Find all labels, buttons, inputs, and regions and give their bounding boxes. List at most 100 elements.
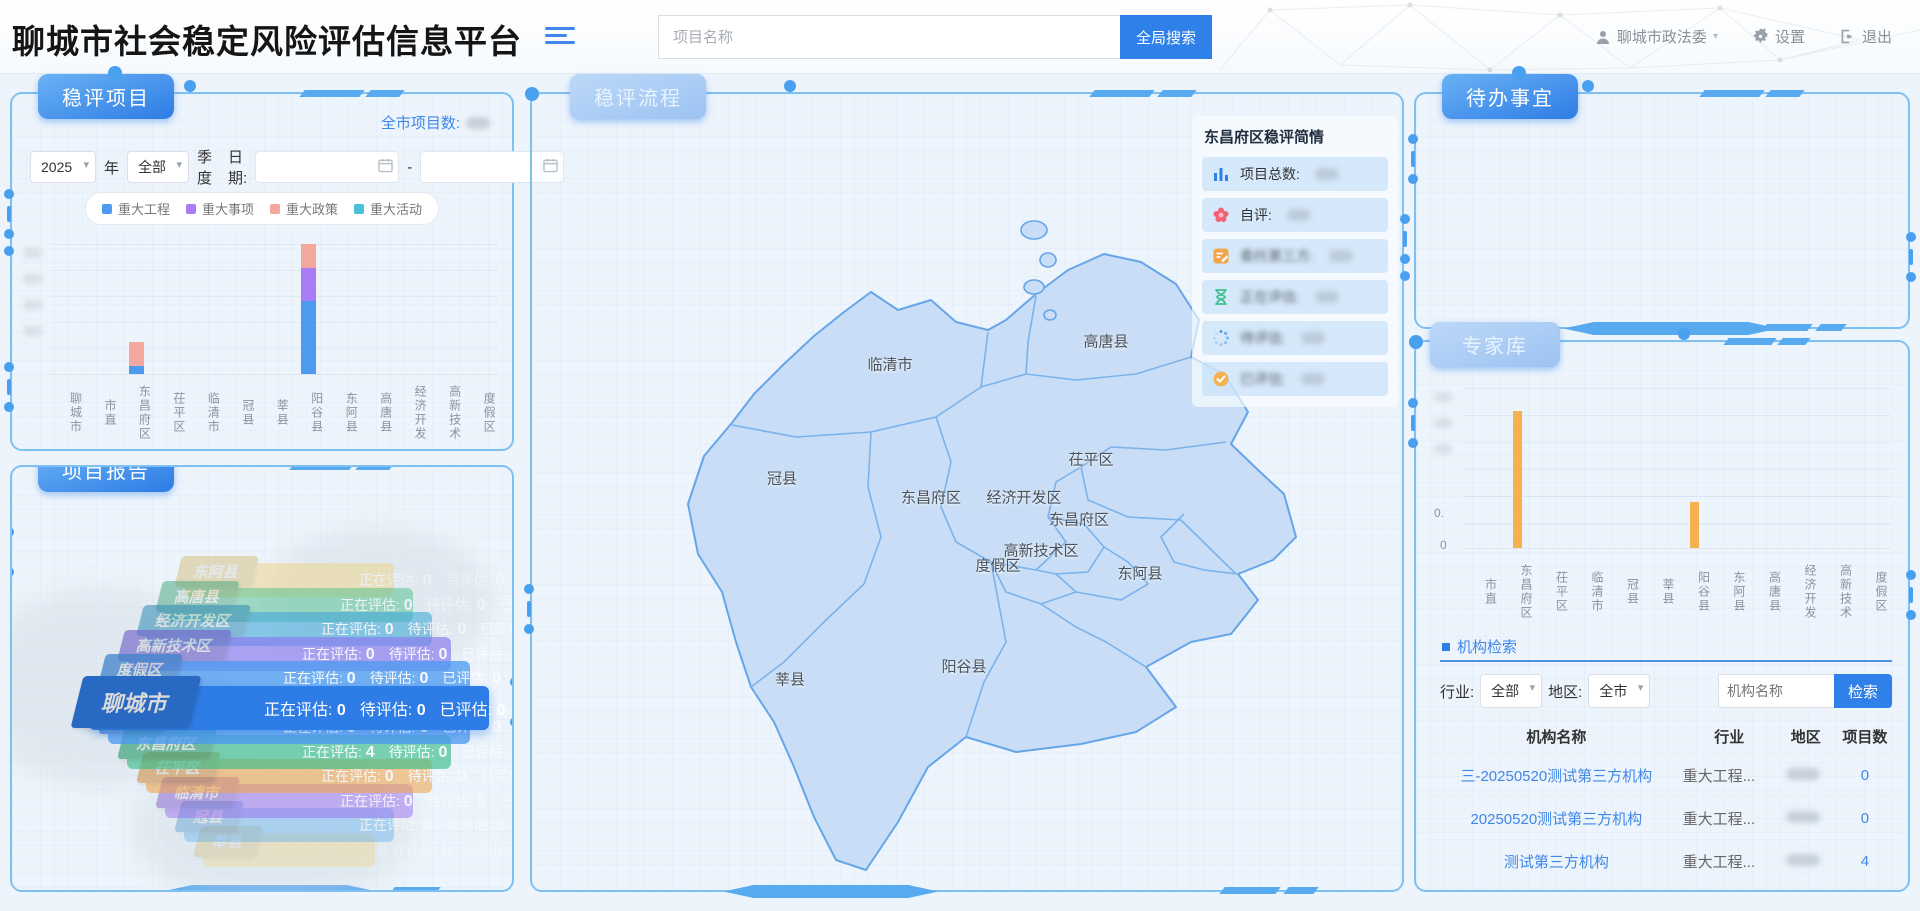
tab-expert-library[interactable]: 专家库 bbox=[1430, 322, 1560, 367]
region-label: 地区: bbox=[1548, 681, 1582, 702]
org-region bbox=[1778, 754, 1834, 797]
flower-icon bbox=[1211, 205, 1231, 225]
x-axis-label: 冠县 bbox=[1606, 555, 1642, 629]
org-name-link[interactable]: 20250520测试第三方机构 bbox=[1432, 797, 1681, 840]
org-project-count[interactable]: 0 bbox=[1834, 754, 1896, 797]
x-axis-label: 茌平区 bbox=[153, 381, 187, 445]
panel-decoration bbox=[365, 90, 404, 97]
table-row: 三-20250520测试第三方机构重大工程... 0 bbox=[1432, 754, 1896, 797]
legend-swatch bbox=[102, 204, 112, 214]
bar-segment bbox=[129, 366, 144, 374]
org-search-title: 机构检索 bbox=[1442, 636, 1517, 657]
redacted-value bbox=[1786, 768, 1820, 780]
citywide-project-count: 全市项目数: bbox=[381, 112, 490, 133]
overlay-stat-label: 项目总数: bbox=[1240, 164, 1300, 184]
district-summary-overlay: 东昌府区稳评简情 项目总数:自评:委托第三方:正在评估:待评估:已评估: bbox=[1192, 116, 1398, 407]
industry-select[interactable]: 全部 bbox=[1480, 674, 1542, 708]
panel-decoration bbox=[1777, 338, 1810, 345]
year-select-wrap: 2025 bbox=[30, 151, 96, 183]
logout-label: 退出 bbox=[1862, 26, 1892, 47]
x-axis-label: 临清市 bbox=[188, 381, 222, 445]
quarter-label: 季度 bbox=[197, 146, 212, 188]
tab-projects[interactable]: 稳评项目 bbox=[38, 74, 174, 119]
x-axis-label: 莘县 bbox=[257, 381, 291, 445]
org-name-link[interactable]: 测试第三方机构 bbox=[1432, 840, 1681, 883]
redacted-value bbox=[1301, 332, 1325, 344]
panel-decoration bbox=[1283, 887, 1318, 894]
bar-东昌府区 bbox=[119, 342, 153, 375]
chevron-down-icon: ▾ bbox=[1713, 31, 1718, 42]
org-industry: 重大工程... bbox=[1681, 797, 1778, 840]
card-stats: 正在评估: 0待评估: 0已评估: 0 bbox=[359, 815, 514, 835]
bar-segment bbox=[1690, 502, 1699, 548]
report-card-聊城市[interactable]: 聊城市正在评估: 0待评估: 0已评估: 0 bbox=[89, 686, 489, 730]
year-select[interactable]: 2025 bbox=[30, 151, 96, 183]
user-menu[interactable]: 聊城市政法委 ▾ bbox=[1595, 26, 1718, 47]
region-select[interactable]: 全市 bbox=[1588, 674, 1650, 708]
card-stats: 正在评估: 4待评估: 0已评估: 1 bbox=[302, 742, 514, 762]
redacted-y-axis bbox=[24, 248, 42, 336]
org-panel: 机构库 专家库 0. 0 市直东昌府区茌平区临清市冠县莘县阳谷县东阿县高唐县经济… bbox=[1414, 340, 1910, 892]
panel-decoration bbox=[289, 465, 354, 470]
redacted-value bbox=[1329, 250, 1353, 262]
org-industry: 重大工程... bbox=[1681, 754, 1778, 797]
panel-decoration bbox=[1761, 324, 1812, 331]
table-header-行业: 行业 bbox=[1681, 720, 1778, 754]
tab-map-process[interactable]: 稳评流程 bbox=[570, 74, 706, 119]
date-from-wrap bbox=[255, 151, 399, 183]
org-industry: 重大工程... bbox=[1681, 840, 1778, 883]
calendar-icon bbox=[378, 158, 393, 173]
table-header-项目数: 项目数 bbox=[1834, 720, 1896, 754]
overlay-stat-row: 自评: bbox=[1202, 198, 1388, 232]
x-axis-label: 东阿县 bbox=[326, 381, 360, 445]
legend-item[interactable]: 重大政策 bbox=[270, 199, 338, 218]
bar-segment bbox=[1513, 411, 1522, 548]
org-search-button[interactable]: 检索 bbox=[1834, 674, 1892, 708]
card-stats: 正在评估: 0待评估: 0已评估: 0 bbox=[340, 791, 514, 811]
panel-decoration bbox=[355, 465, 394, 470]
org-name-link[interactable]: 三-20250520测试第三方机构 bbox=[1432, 754, 1681, 797]
x-axis-label: 度假区 bbox=[1855, 555, 1891, 629]
user-icon bbox=[1595, 29, 1611, 45]
legend-item[interactable]: 重大活动 bbox=[354, 199, 422, 218]
industry-select-wrap: 全部 bbox=[1480, 674, 1542, 708]
x-axis-label: 高新技术 bbox=[429, 381, 463, 445]
overlay-stat-label: 待评估: bbox=[1240, 328, 1286, 348]
panel-decoration bbox=[184, 80, 196, 92]
bar-阳谷县 bbox=[1677, 502, 1713, 548]
x-axis-label: 莘县 bbox=[1642, 555, 1678, 629]
x-axis-label: 高唐县 bbox=[1748, 555, 1784, 629]
legend-item[interactable]: 重大事项 bbox=[186, 199, 254, 218]
tab-todo[interactable]: 待办事宜 bbox=[1442, 74, 1578, 119]
bar-segment bbox=[129, 342, 144, 366]
x-axis-label: 度假区 bbox=[464, 381, 498, 445]
legend-item[interactable]: 重大工程 bbox=[102, 199, 170, 218]
tab-report[interactable]: 项目报告 bbox=[38, 465, 174, 492]
district-label-东昌府区: 东昌府区 bbox=[1049, 509, 1109, 530]
hamburger-menu-icon[interactable] bbox=[545, 23, 575, 48]
org-name-input[interactable] bbox=[1718, 674, 1834, 708]
panel-decoration bbox=[4, 362, 14, 412]
redacted-value bbox=[1786, 854, 1820, 866]
logout-button[interactable]: 退出 bbox=[1839, 26, 1892, 47]
user-name: 聊城市政法委 bbox=[1617, 26, 1707, 47]
redacted-value bbox=[1786, 811, 1820, 823]
org-project-count[interactable]: 0 bbox=[1834, 797, 1896, 840]
district-label-度假区: 度假区 bbox=[975, 555, 1020, 576]
search-input[interactable] bbox=[658, 15, 1120, 59]
quarter-select[interactable]: 全部 bbox=[127, 151, 189, 183]
panel-decoration bbox=[1678, 328, 1690, 340]
card-stats: 正在评估: 0待评估: 0已评估: 0 bbox=[378, 840, 514, 860]
panel-decoration bbox=[1512, 66, 1526, 80]
org-project-count[interactable]: 4 bbox=[1834, 840, 1896, 883]
divider bbox=[1440, 660, 1892, 662]
x-axis-label: 市直 bbox=[1464, 555, 1500, 629]
hourglass-icon bbox=[1211, 287, 1231, 307]
settings-button[interactable]: 设置 bbox=[1752, 26, 1805, 47]
x-axis-label: 市直 bbox=[84, 381, 118, 445]
header: 聊城市社会稳定风险评估信息平台 全局搜索 聊城市政法委 ▾ 设置 退出 bbox=[0, 0, 1920, 74]
org-region bbox=[1778, 797, 1834, 840]
panel-decoration bbox=[1699, 90, 1764, 97]
global-search-button[interactable]: 全局搜索 bbox=[1120, 15, 1212, 59]
table-header-机构名称: 机构名称 bbox=[1432, 720, 1681, 754]
